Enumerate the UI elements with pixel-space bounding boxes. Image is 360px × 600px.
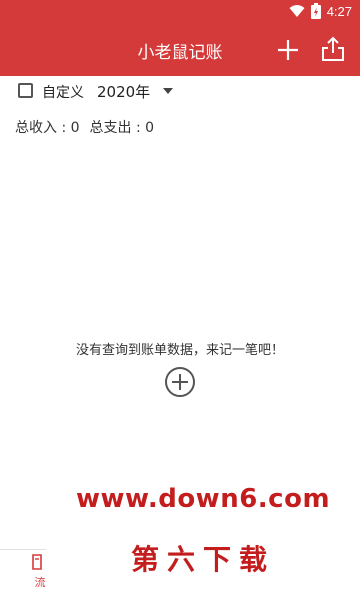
total-income: 总收入 : 0: [15, 120, 80, 136]
year-dropdown[interactable]: 2020年: [97, 80, 174, 102]
custom-checkbox[interactable]: [18, 83, 33, 98]
empty-state-message: 没有查询到账单数据，来记一笔吧！: [75, 343, 284, 358]
share-upload-icon[interactable]: [318, 34, 348, 64]
year-value: 2020年: [97, 82, 151, 101]
status-time: 4:27: [326, 3, 352, 19]
filter-row: 自定义 2020年: [0, 78, 360, 104]
watermark-url: www.down6.com: [75, 484, 331, 514]
watermark-brand: 第六下载: [130, 543, 275, 576]
app-bar: 小老鼠记账: [0, 24, 360, 76]
battery-charging-icon: [310, 3, 321, 19]
add-circle-icon[interactable]: [164, 366, 196, 398]
watermark-overlay: www.down6.com 第六下载: [46, 466, 360, 600]
dropdown-arrow-icon: [163, 88, 174, 94]
add-icon[interactable]: [274, 36, 302, 64]
custom-label: 自定义: [42, 85, 84, 101]
summary-row: 总收入 : 0 总支出 : 0: [15, 117, 154, 137]
status-icons: 4:27: [289, 3, 352, 19]
total-expense: 总支出 : 0: [89, 120, 155, 136]
wifi-icon: [289, 5, 305, 17]
status-bar: 4:27: [0, 0, 360, 24]
app-title: 小老鼠记账: [137, 43, 223, 63]
